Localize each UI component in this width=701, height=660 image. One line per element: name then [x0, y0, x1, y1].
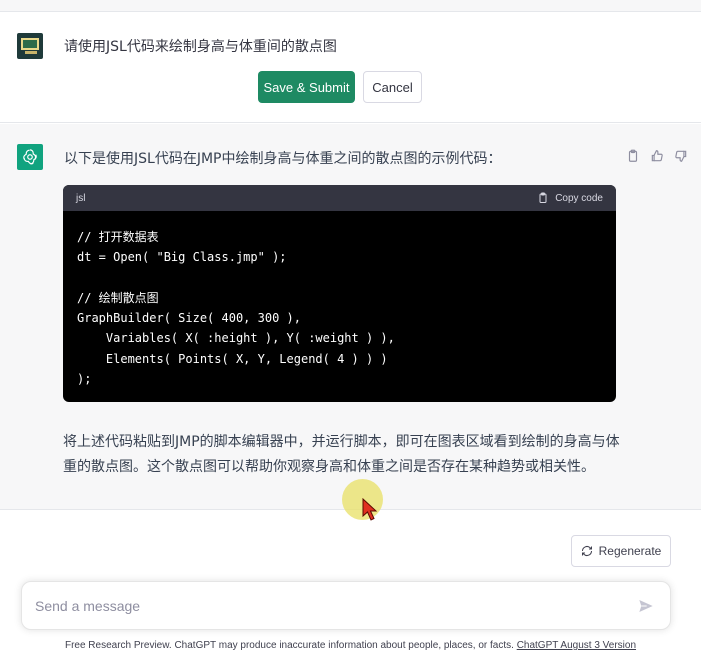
- message-composer: [21, 581, 671, 630]
- assistant-message: 以下是使用JSL代码在JMP中绘制身高与体重之间的散点图的示例代码： jsl C…: [0, 124, 701, 510]
- clipboard-icon[interactable]: [626, 148, 642, 164]
- regenerate-label: Regenerate: [598, 544, 662, 558]
- code-block: jsl Copy code // 打开数据表 dt = Open( "Big C…: [63, 185, 616, 402]
- top-divider: [0, 0, 701, 12]
- mouse-cursor-icon: [362, 498, 378, 521]
- user-message-text[interactable]: 请使用JSL代码来绘制身高与体重间的散点图: [64, 36, 337, 56]
- footer-disclaimer: Free Research Preview. ChatGPT may produ…: [0, 640, 701, 651]
- code-language-label: jsl: [76, 192, 86, 204]
- cancel-button[interactable]: Cancel: [363, 71, 422, 103]
- assistant-intro-text: 以下是使用JSL代码在JMP中绘制身高与体重之间的散点图的示例代码：: [64, 151, 502, 167]
- copy-code-label: Copy code: [555, 192, 603, 204]
- code-content[interactable]: // 打开数据表 dt = Open( "Big Class.jmp" ); /…: [63, 211, 616, 402]
- user-message: 请使用JSL代码来绘制身高与体重间的散点图 Save & Submit Canc…: [0, 13, 701, 123]
- version-link[interactable]: ChatGPT August 3 Version: [517, 640, 636, 651]
- chatgpt-logo-icon: [17, 144, 43, 170]
- save-submit-button[interactable]: Save & Submit: [258, 71, 355, 103]
- message-input[interactable]: [35, 595, 625, 617]
- clipboard-icon: [539, 192, 547, 203]
- copy-code-button[interactable]: Copy code: [537, 192, 603, 204]
- send-icon[interactable]: [638, 598, 654, 614]
- assistant-outro-text: 将上述代码粘贴到JMP的脚本编辑器中，并运行脚本，即可在图表区域看到绘制的身高与…: [63, 434, 620, 475]
- refresh-icon: [581, 546, 592, 556]
- thumbs-down-icon[interactable]: [674, 148, 690, 164]
- regenerate-button[interactable]: Regenerate: [571, 535, 671, 567]
- thumbs-up-icon[interactable]: [650, 148, 666, 164]
- user-avatar: [17, 33, 43, 59]
- code-block-header: jsl Copy code: [63, 185, 616, 211]
- footer-text: Free Research Preview. ChatGPT may produ…: [64, 640, 517, 651]
